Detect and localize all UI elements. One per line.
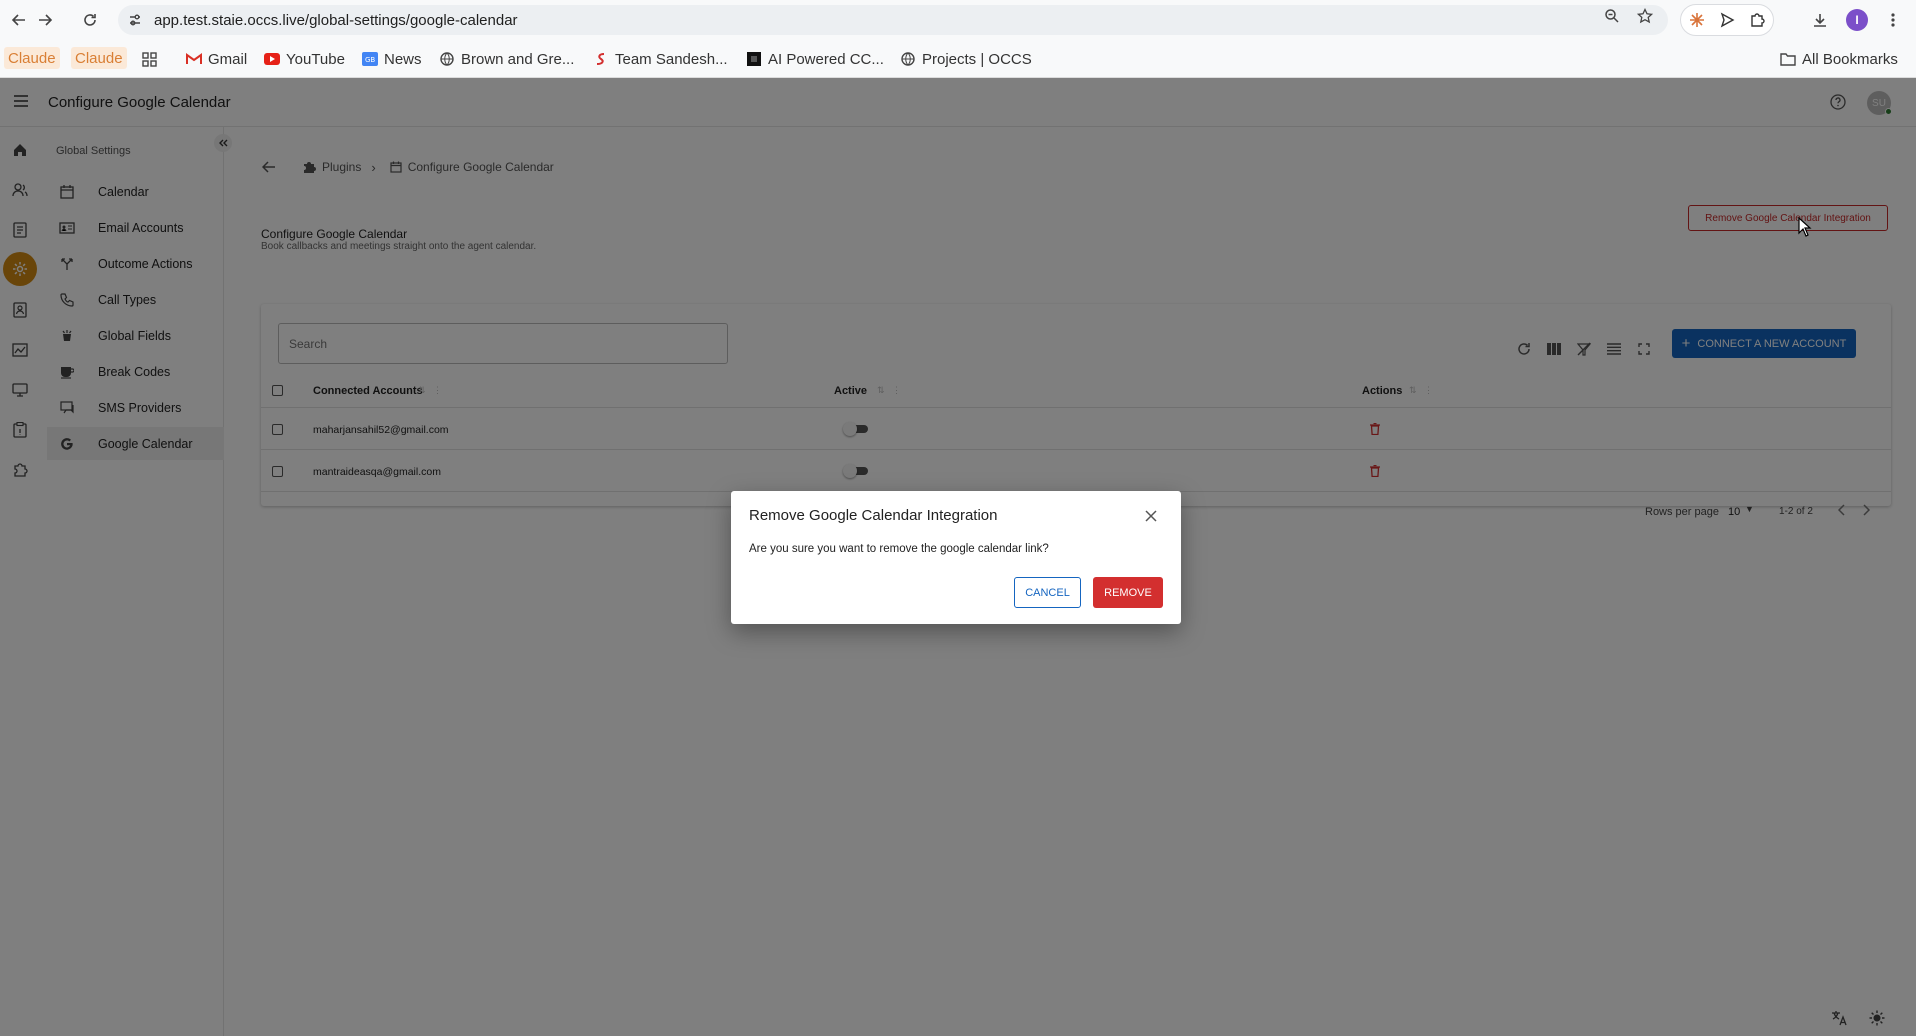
mouse-cursor-icon: [1798, 216, 1812, 242]
bookmarks-bar: Claude Claude Gmail YouTube GB News Brow…: [0, 40, 1916, 78]
site-info-icon[interactable]: [128, 13, 142, 32]
sandesh-icon: [593, 51, 609, 67]
bookmark-label: Gmail: [208, 50, 248, 68]
bookmark-label: YouTube: [286, 50, 345, 68]
bookmark-label: News: [384, 50, 422, 68]
bookmark-ai-powered-cc[interactable]: AI Powered CC...: [746, 49, 884, 69]
bookmark-claude-1[interactable]: Claude: [4, 47, 60, 69]
url-text: app.test.staie.occs.live/global-settings…: [154, 12, 518, 29]
bookmark-claude-2[interactable]: Claude: [71, 47, 127, 69]
svg-text:GB: GB: [365, 56, 375, 64]
dialog-message: Are you sure you want to remove the goog…: [749, 543, 1049, 555]
ai-icon: [746, 51, 762, 67]
remove-integration-dialog: Remove Google Calendar Integration Are y…: [731, 491, 1181, 624]
extensions-group: [1680, 4, 1774, 36]
bookmark-label: Brown and Gre...: [461, 50, 575, 68]
bookmark-projects-occs[interactable]: Projects | OCCS: [900, 49, 1032, 69]
translate-icon[interactable]: [1830, 1009, 1848, 1027]
send-extension-icon[interactable]: [1717, 10, 1737, 30]
theme-toggle-icon[interactable]: [1868, 1009, 1886, 1027]
folder-icon: [1780, 51, 1796, 67]
browser-toolbar: app.test.staie.occs.live/global-settings…: [0, 0, 1916, 40]
remove-button[interactable]: REMOVE: [1093, 577, 1163, 608]
back-icon[interactable]: [7, 8, 31, 32]
forward-icon[interactable]: [33, 8, 57, 32]
bookmark-label: Projects | OCCS: [922, 50, 1032, 68]
bookmark-youtube[interactable]: YouTube: [264, 49, 345, 69]
bookmark-star-icon[interactable]: [1636, 7, 1654, 25]
bookmark-team-sandesh[interactable]: Team Sandesh...: [593, 49, 728, 69]
reload-icon[interactable]: [78, 8, 102, 32]
news-icon: GB: [362, 51, 378, 67]
downloads-icon[interactable]: [1810, 10, 1830, 30]
dialog-title: Remove Google Calendar Integration: [749, 507, 998, 524]
profile-avatar[interactable]: I: [1846, 9, 1868, 31]
gmail-icon: [186, 51, 202, 67]
close-icon[interactable]: [1141, 506, 1161, 526]
bookmark-label: AI Powered CC...: [768, 50, 884, 68]
bookmark-gmail[interactable]: Gmail: [186, 49, 247, 69]
apps-grid-icon[interactable]: [142, 49, 157, 69]
globe-icon: [900, 51, 916, 67]
youtube-icon: [264, 51, 280, 67]
bookmark-label: Team Sandesh...: [615, 50, 728, 68]
bookmark-news[interactable]: GB News: [362, 49, 422, 69]
all-bookmarks[interactable]: All Bookmarks: [1780, 49, 1898, 69]
all-bookmarks-label: All Bookmarks: [1802, 50, 1898, 68]
claude-extension-icon[interactable]: [1687, 10, 1707, 30]
cancel-button[interactable]: CANCEL: [1014, 577, 1081, 608]
globe-icon: [439, 51, 455, 67]
bookmark-brown-and-green[interactable]: Brown and Gre...: [439, 49, 574, 69]
browser-menu-icon[interactable]: [1883, 10, 1903, 30]
puzzle-extension-icon[interactable]: [1747, 10, 1767, 30]
zoom-icon[interactable]: [1603, 7, 1621, 25]
address-bar[interactable]: app.test.staie.occs.live/global-settings…: [118, 5, 1668, 35]
